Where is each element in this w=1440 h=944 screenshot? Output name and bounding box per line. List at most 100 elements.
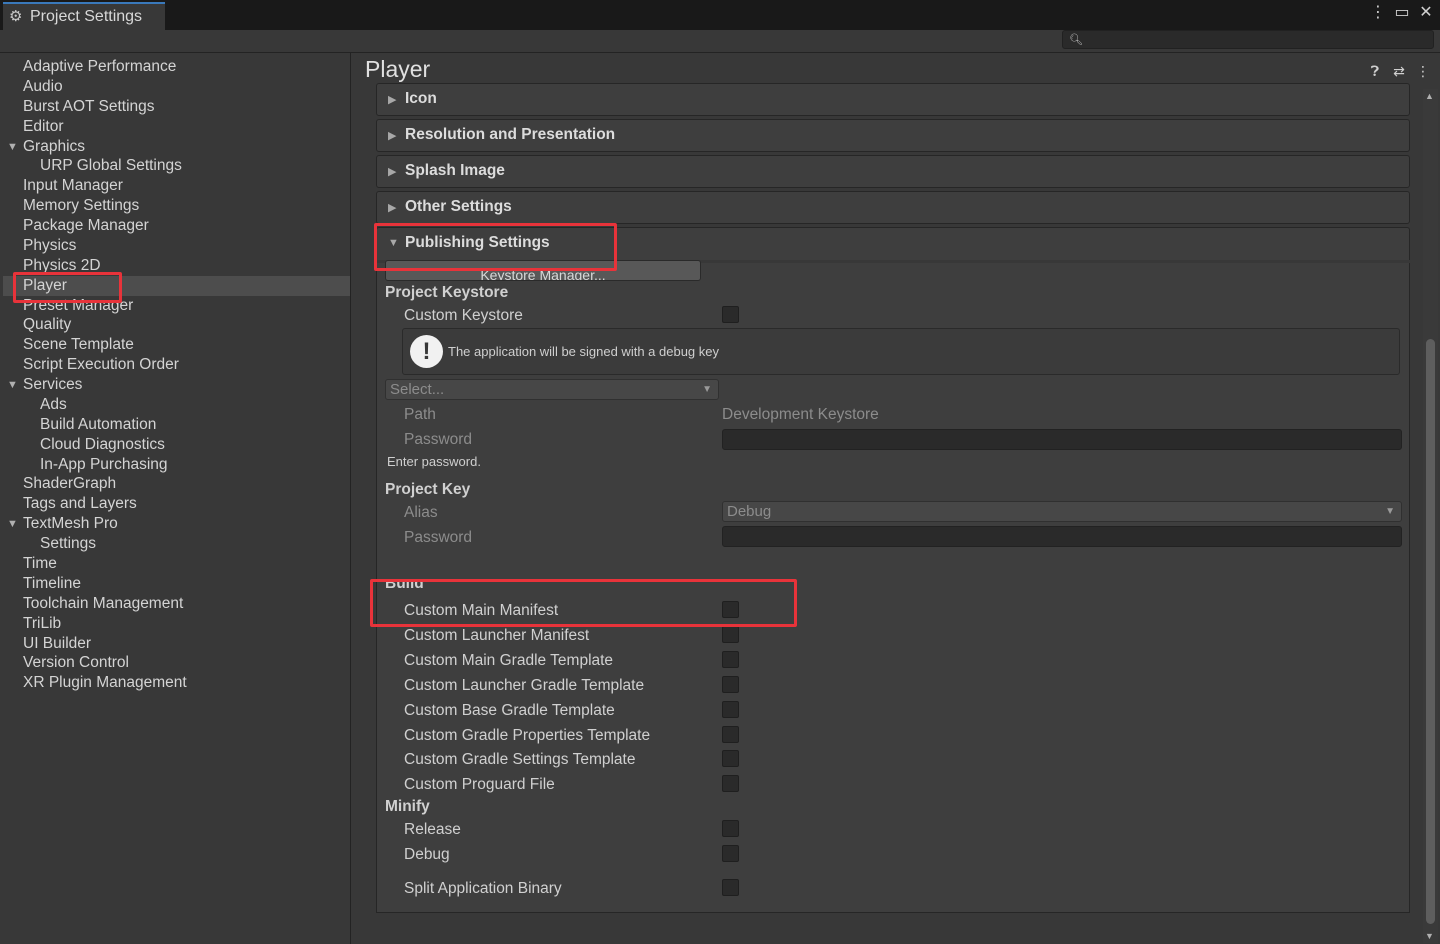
header-icons: ❓︎ ⇄ ⋮ <box>1368 63 1430 80</box>
custom-main-gradle-template-checkbox[interactable] <box>722 650 739 668</box>
key-password-label: Password <box>404 529 473 546</box>
gear-icon: ⚙ <box>9 8 23 25</box>
sidebar-item-time[interactable]: Time <box>3 554 350 574</box>
custom-gradle-settings-template-checkbox[interactable] <box>722 750 739 768</box>
sidebar-item-graphics[interactable]: ▼ Graphics <box>3 137 350 157</box>
chevron-right-icon: ▶ <box>388 202 397 214</box>
maximize-icon[interactable]: ▭ <box>1394 3 1410 23</box>
sidebar-item-burst-aot-settings[interactable]: Burst AOT Settings <box>3 97 350 117</box>
sidebar-item-xr-plugin-management[interactable]: XR Plugin Management <box>3 673 350 693</box>
sidebar-item-tags-and-layers[interactable]: Tags and Layers <box>3 494 350 514</box>
highlight-publishing-settings <box>374 223 617 271</box>
sidebar-item-memory-settings[interactable]: Memory Settings <box>3 196 350 216</box>
sidebar-item-audio[interactable]: Audio <box>3 77 350 97</box>
sidebar-item-label: Timeline <box>23 574 81 592</box>
option-label: Custom Main Gradle Template <box>404 651 614 669</box>
section-other-settings[interactable]: ▶ Other Settings <box>376 191 1410 224</box>
scroll-up-icon[interactable]: ▲ <box>1425 91 1434 101</box>
section-resolution[interactable]: ▶ Resolution and Presentation <box>376 119 1410 152</box>
main-scrollbar[interactable]: ▲ ▼ <box>1423 89 1438 943</box>
sidebar-item-quality[interactable]: Quality <box>3 315 350 335</box>
chevron-right-icon: ▶ <box>388 166 397 178</box>
sidebar-item-shadergraph[interactable]: ShaderGraph <box>3 474 350 494</box>
project-keystore-heading: Project Keystore <box>385 284 509 301</box>
sidebar-item-label: Time <box>23 555 57 572</box>
sidebar-item-services[interactable]: ▼ Services <box>3 375 350 395</box>
chevron-right-icon: ▶ <box>388 94 397 106</box>
sidebar-item-editor[interactable]: Editor <box>3 117 350 137</box>
help-icon[interactable]: ❓︎ <box>1368 63 1382 80</box>
project-settings-tab[interactable]: ⚙ Project Settings <box>3 2 165 30</box>
custom-keystore-checkbox[interactable] <box>722 306 739 323</box>
key-password-field[interactable] <box>722 526 1402 547</box>
scroll-thumb[interactable] <box>1426 339 1435 924</box>
debug-checkbox[interactable] <box>722 845 739 862</box>
sidebar-item-cloud-diagnostics[interactable]: Cloud Diagnostics <box>3 435 350 455</box>
sidebar-item-label: Physics <box>23 236 77 254</box>
sidebar-item-label: In-App Purchasing <box>40 455 168 473</box>
close-icon[interactable]: ✕ <box>1418 3 1434 23</box>
custom-base-gradle-template-checkbox[interactable] <box>722 700 739 718</box>
more-options-icon[interactable]: ⋮ <box>1370 3 1386 23</box>
sidebar-item-version-control[interactable]: Version Control <box>3 653 350 673</box>
section-icon[interactable]: ▶ Icon <box>376 83 1410 116</box>
chevron-down-icon[interactable]: ▼ <box>7 375 18 395</box>
custom-gradle-properties-template-checkbox[interactable] <box>722 725 739 743</box>
chevron-down-icon[interactable]: ▼ <box>7 137 18 157</box>
custom-keystore-label: Custom Keystore <box>404 307 523 324</box>
sidebar-item-label: Script Execution Order <box>23 356 179 374</box>
sidebar-item-label: Editor <box>23 117 64 135</box>
section-label: Icon <box>405 90 437 107</box>
keystore-password-field[interactable] <box>722 429 1402 450</box>
sidebar-item-timeline[interactable]: Timeline <box>3 574 350 594</box>
sidebar-item-label: Scene Template <box>23 336 134 354</box>
scroll-down-icon[interactable]: ▼ <box>1425 931 1434 941</box>
debug-key-help-box: ! The application will be signed with a … <box>402 328 1400 375</box>
search-input[interactable]: 🔍︎ <box>1062 30 1434 49</box>
split-application-binary-label: Split Application Binary <box>404 880 562 897</box>
sidebar-item-label: Build Automation <box>40 415 157 433</box>
sidebar-item-label: Services <box>23 376 83 394</box>
release-checkbox[interactable] <box>722 820 739 837</box>
sidebar-item-label: Version Control <box>23 654 129 672</box>
sidebar-item-label: Graphics <box>23 137 86 155</box>
custom-proguard-file-checkbox[interactable] <box>722 775 739 793</box>
sidebar-item-ui-builder[interactable]: UI Builder <box>3 634 350 654</box>
sidebar-item-input-manager[interactable]: Input Manager <box>3 176 350 196</box>
sidebar-item-settings[interactable]: Settings <box>3 534 350 554</box>
window-controls: ⋮ ▭ ✕ <box>1370 3 1434 23</box>
sidebar-item-toolchain-management[interactable]: Toolchain Management <box>3 594 350 614</box>
sidebar-item-label: Tags and Layers <box>23 495 137 513</box>
sidebar-item-label: Burst AOT Settings <box>23 97 155 115</box>
sidebar-item-label: Input Manager <box>23 177 123 195</box>
dropdown-value: Select... <box>390 381 445 398</box>
sidebar-item-urp-global-settings[interactable]: URP Global Settings <box>3 156 350 176</box>
search-icon: 🔍︎ <box>1069 34 1083 46</box>
keystore-select-dropdown[interactable]: Select... ▼ <box>385 379 719 400</box>
enter-password-hint: Enter password. <box>387 454 481 469</box>
presets-icon[interactable]: ⇄ <box>1392 63 1406 80</box>
split-application-binary-checkbox[interactable] <box>722 879 739 896</box>
project-key-heading: Project Key <box>385 481 471 498</box>
sidebar-item-physics[interactable]: Physics <box>3 236 350 256</box>
sidebar-item-in-app-purchasing[interactable]: In-App Purchasing <box>3 455 350 475</box>
sidebar-item-package-manager[interactable]: Package Manager <box>3 216 350 236</box>
chevron-down-icon: ▼ <box>1385 506 1395 517</box>
sidebar-item-ads[interactable]: Ads <box>3 395 350 415</box>
custom-launcher-gradle-template-checkbox[interactable] <box>722 675 739 693</box>
alias-dropdown[interactable]: Debug ▼ <box>722 501 1402 522</box>
custom-launcher-manifest-checkbox[interactable] <box>722 625 739 643</box>
warning-icon: ! <box>410 335 443 368</box>
sidebar-item-scene-template[interactable]: Scene Template <box>3 335 350 355</box>
path-value: Development Keystore <box>722 406 879 423</box>
sidebar-item-label: Adaptive Performance <box>23 58 177 75</box>
sidebar-item-trilib[interactable]: TriLib <box>3 614 350 634</box>
sidebar-item-adaptive-performance[interactable]: Adaptive Performance <box>3 57 350 77</box>
chevron-down-icon[interactable]: ▼ <box>7 514 18 534</box>
sidebar-item-textmesh-pro[interactable]: ▼ TextMesh Pro <box>3 514 350 534</box>
more-options-icon[interactable]: ⋮ <box>1416 63 1430 80</box>
highlight-custom-main-manifest <box>370 579 797 627</box>
sidebar-item-build-automation[interactable]: Build Automation <box>3 415 350 435</box>
section-splash-image[interactable]: ▶ Splash Image <box>376 155 1410 188</box>
sidebar-item-script-execution-order[interactable]: Script Execution Order <box>3 355 350 375</box>
